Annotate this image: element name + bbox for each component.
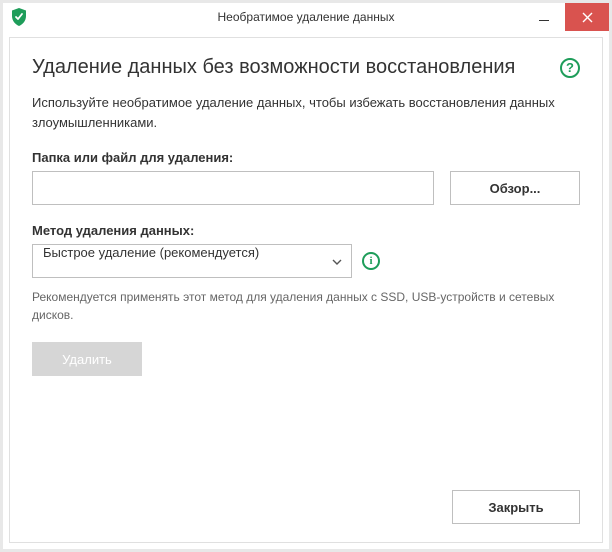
footer: Закрыть bbox=[32, 476, 580, 524]
delete-button[interactable]: Удалить bbox=[32, 342, 142, 376]
window-title: Необратимое удаление данных bbox=[3, 10, 609, 24]
spacer bbox=[32, 376, 580, 476]
file-field-label: Папка или файл для удаления: bbox=[32, 150, 580, 165]
method-field-label: Метод удаления данных: bbox=[32, 223, 580, 238]
titlebar-controls bbox=[523, 3, 609, 31]
close-button[interactable]: Закрыть bbox=[452, 490, 580, 524]
app-shield-icon bbox=[9, 7, 29, 27]
minimize-icon bbox=[539, 20, 549, 21]
description-text: Используйте необратимое удаление данных,… bbox=[32, 93, 580, 132]
titlebar: Необратимое удаление данных bbox=[3, 3, 609, 31]
header-row: Удаление данных без возможности восстано… bbox=[32, 56, 580, 79]
browse-button[interactable]: Обзор... bbox=[450, 171, 580, 205]
page-heading: Удаление данных без возможности восстано… bbox=[32, 56, 515, 79]
window: Необратимое удаление данных Удаление дан… bbox=[0, 0, 612, 552]
method-description: Рекомендуется применять этот метод для у… bbox=[32, 288, 580, 324]
method-row: Быстрое удаление (рекомендуется) i bbox=[32, 244, 580, 278]
help-icon[interactable]: ? bbox=[560, 58, 580, 78]
method-select-wrap: Быстрое удаление (рекомендуется) bbox=[32, 244, 352, 278]
file-row: Обзор... bbox=[32, 171, 580, 205]
method-select[interactable]: Быстрое удаление (рекомендуется) bbox=[32, 244, 352, 278]
info-icon[interactable]: i bbox=[362, 252, 380, 270]
close-icon bbox=[582, 12, 593, 23]
minimize-button[interactable] bbox=[523, 3, 565, 31]
content-frame: Удаление данных без возможности восстано… bbox=[9, 37, 603, 543]
file-path-input[interactable] bbox=[32, 171, 434, 205]
close-window-button[interactable] bbox=[565, 3, 609, 31]
